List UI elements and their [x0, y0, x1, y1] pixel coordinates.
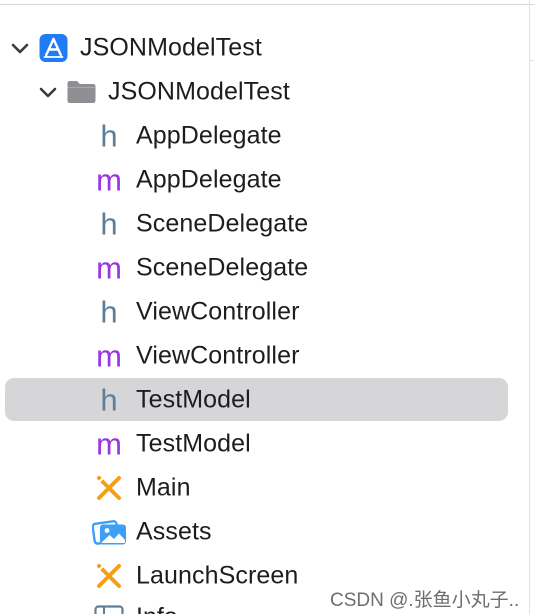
storyboard-icon: [96, 563, 121, 588]
file-row[interactable]: m TestModel: [0, 422, 520, 466]
objc-impl-file-icon: m: [96, 250, 122, 286]
watermark: CSDN @.张鱼小丸子..: [330, 590, 520, 611]
folder-icon: [67, 81, 96, 103]
file-label: Info: [136, 603, 178, 614]
navigator-group-row[interactable]: JSONModelTest: [0, 70, 520, 114]
file-row[interactable]: m SceneDelegate: [0, 246, 520, 290]
top-divider: [0, 4, 534, 5]
header-file-icon: h: [100, 294, 118, 330]
objc-impl-file-icon: m: [96, 162, 122, 198]
file-label: AppDelegate: [136, 165, 282, 194]
project-label: JSONModelTest: [80, 33, 262, 62]
file-row[interactable]: m AppDelegate: [0, 158, 520, 202]
header-file-icon: h: [100, 118, 118, 154]
file-label: Main: [136, 473, 191, 502]
file-row[interactable]: h SceneDelegate: [0, 202, 520, 246]
file-row[interactable]: Main: [0, 466, 520, 510]
file-label: ViewController: [136, 341, 300, 370]
objc-impl-file-icon: m: [96, 426, 122, 462]
chevron-down-icon[interactable]: [9, 37, 31, 59]
storyboard-icon: [96, 475, 121, 500]
file-label: LaunchScreen: [136, 561, 299, 590]
header-file-icon: h: [100, 382, 118, 418]
file-row[interactable]: h AppDelegate: [0, 114, 520, 158]
file-row-selected[interactable]: h TestModel: [0, 378, 520, 422]
header-file-icon: h: [100, 206, 118, 242]
file-row[interactable]: m ViewController: [0, 334, 520, 378]
chevron-down-icon[interactable]: [37, 81, 59, 103]
xcode-project-icon: [39, 34, 68, 62]
right-divider: [529, 0, 530, 614]
navigator-project-row[interactable]: JSONModelTest: [0, 26, 520, 70]
group-label: JSONModelTest: [108, 77, 290, 106]
file-label: AppDelegate: [136, 121, 282, 150]
file-label: SceneDelegate: [136, 209, 309, 238]
plist-icon: [94, 605, 124, 614]
file-label: TestModel: [136, 385, 251, 414]
file-label: Assets: [136, 517, 212, 546]
asset-catalog-icon: [92, 520, 126, 545]
file-label: TestModel: [136, 429, 251, 458]
right-divider-notch: [529, 60, 534, 61]
file-label: SceneDelegate: [136, 253, 309, 282]
file-row[interactable]: h ViewController: [0, 290, 520, 334]
file-label: ViewController: [136, 297, 300, 326]
objc-impl-file-icon: m: [96, 338, 122, 374]
file-row[interactable]: Assets: [0, 510, 520, 554]
